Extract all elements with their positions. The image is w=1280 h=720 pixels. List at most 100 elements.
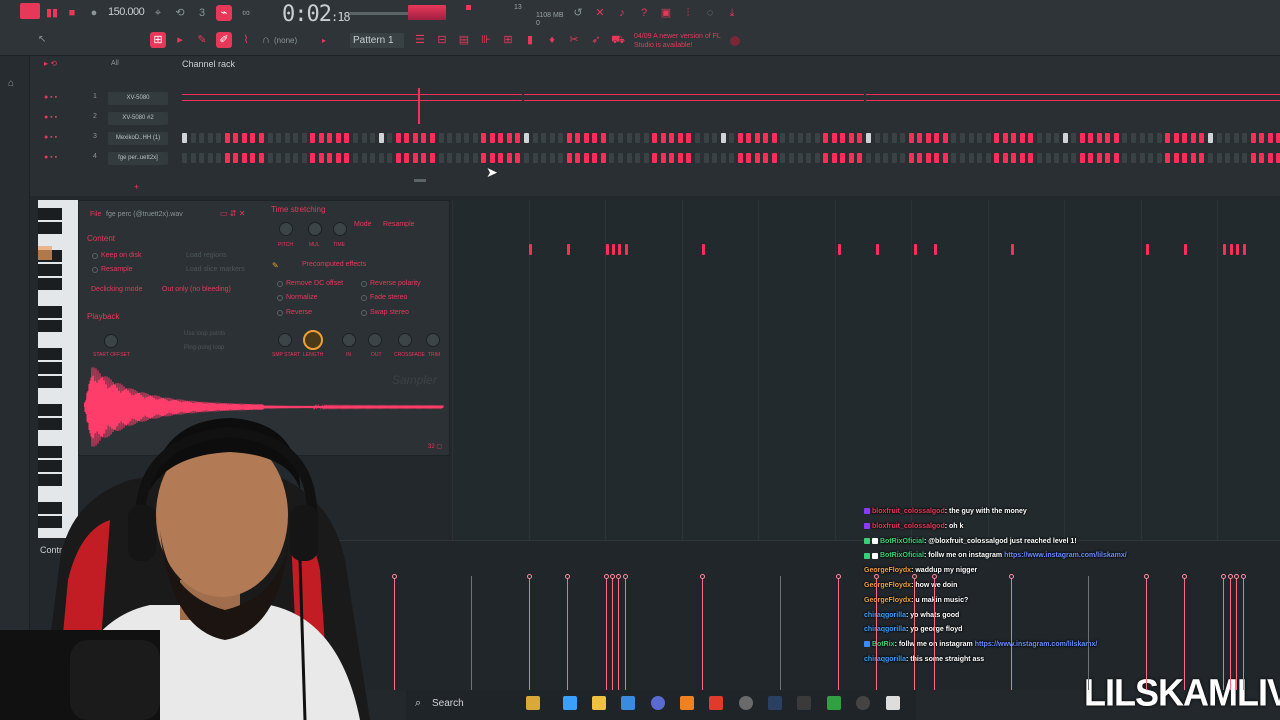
app-icon-3[interactable] [856,696,870,710]
step-button[interactable] [515,153,520,163]
app-icon-2[interactable] [827,696,841,710]
step-button[interactable] [319,133,324,143]
event-handle[interactable] [1144,574,1149,579]
step-button[interactable] [413,133,418,143]
step-button[interactable] [704,153,709,163]
step-button[interactable] [721,153,726,163]
step-button[interactable] [1157,153,1162,163]
step-button[interactable] [635,153,640,163]
step-button[interactable] [1063,153,1068,163]
event-handle[interactable] [1241,574,1246,579]
note[interactable] [1230,244,1233,255]
black-key[interactable] [38,348,62,360]
obs-icon[interactable] [739,696,753,710]
chat-icon[interactable]: ◌ [702,5,718,21]
step-button[interactable] [413,153,418,163]
step-button[interactable] [1276,153,1280,163]
step-button[interactable] [387,153,392,163]
load-slice-markers-label[interactable]: Load slice markers [186,266,245,273]
step-button[interactable] [387,133,392,143]
step-button[interactable] [1046,133,1051,143]
step-button[interactable] [729,153,734,163]
step-button[interactable] [652,153,657,163]
step-button[interactable] [456,133,461,143]
channel-controls[interactable]: ● ▪ ▪ [44,94,57,101]
step-button[interactable] [678,133,683,143]
note[interactable] [1236,244,1239,255]
step-button[interactable] [515,133,520,143]
note[interactable] [618,244,621,255]
step-button[interactable] [1191,153,1196,163]
note[interactable] [914,244,917,255]
step-button[interactable] [584,133,589,143]
step-button[interactable] [1063,133,1068,143]
channel-name-button[interactable]: MexikoD..HH (1) [108,132,168,145]
note[interactable] [612,244,615,255]
declicking-select[interactable]: Out only (no bleeding) [162,286,231,293]
step-button[interactable] [225,133,230,143]
store-icon[interactable] [621,696,635,710]
event-handle[interactable] [932,574,937,579]
step-button[interactable] [233,153,238,163]
note[interactable] [1223,244,1226,255]
piano-roll-grid[interactable] [452,200,1280,540]
mul-knob[interactable] [308,222,322,236]
sample-file-name[interactable]: fge perc (@truett2x).wav [106,211,183,218]
smp-start-knob[interactable] [278,333,292,347]
discord-icon[interactable] [651,696,665,710]
step-button[interactable] [1148,133,1153,143]
event-handle[interactable] [610,574,615,579]
step-button[interactable] [909,153,914,163]
step-button[interactable] [1191,133,1196,143]
mic-icon[interactable]: ♪ [614,5,630,21]
step-button[interactable] [310,153,315,163]
chat-username[interactable]: bloxfruit_colossalgod [872,508,945,515]
step-button[interactable] [609,133,614,143]
step-button[interactable] [430,153,435,163]
touch-icon[interactable]: ➶ [588,32,604,48]
step-button[interactable] [447,133,452,143]
fl-logo-icon[interactable] [20,3,40,19]
step-button[interactable] [704,133,709,143]
step-button[interactable] [533,153,538,163]
note[interactable] [702,244,705,255]
tools-icon[interactable]: ✂ [566,32,582,48]
step-button[interactable] [1037,153,1042,163]
step-button[interactable] [832,133,837,143]
step-button[interactable] [883,153,888,163]
step-button[interactable] [293,153,298,163]
step-button[interactable] [1174,133,1179,143]
step-button[interactable] [1268,153,1273,163]
step-button[interactable] [225,153,230,163]
step-button[interactable] [242,153,247,163]
rack-scroll[interactable] [414,179,426,182]
step-button[interactable] [216,153,221,163]
step-button[interactable] [695,153,700,163]
step-button[interactable] [1208,133,1213,143]
channel-name-button[interactable]: XV-5080 #2 [108,112,168,125]
step-button[interactable] [473,153,478,163]
playlist-icon[interactable]: ☰ [412,32,428,48]
step-button[interactable] [627,153,632,163]
folder-icon[interactable]: ▭ ⇵ ✕ [220,209,245,218]
news-icon[interactable] [730,36,740,46]
step-button[interactable] [875,133,880,143]
step-button[interactable] [336,153,341,163]
download-icon[interactable]: ⤓ [724,5,740,21]
step-button[interactable] [601,153,606,163]
chat-username[interactable]: BotRixOficial [880,552,924,559]
step-button[interactable] [302,153,307,163]
step-button[interactable] [1105,153,1110,163]
note[interactable] [1243,244,1246,255]
fl-taskbar-icon[interactable] [680,696,694,710]
step-button[interactable] [1122,153,1127,163]
step-button[interactable] [1011,133,1016,143]
step-button[interactable] [1234,133,1239,143]
step-button[interactable] [421,153,426,163]
cart-icon[interactable]: ⛟ [610,32,626,48]
step-button[interactable] [934,133,939,143]
reverse-radio[interactable] [277,310,283,316]
step-button[interactable] [892,133,897,143]
step-button[interactable] [1131,133,1136,143]
pianoroll-icon[interactable]: ⊟ [434,32,450,48]
